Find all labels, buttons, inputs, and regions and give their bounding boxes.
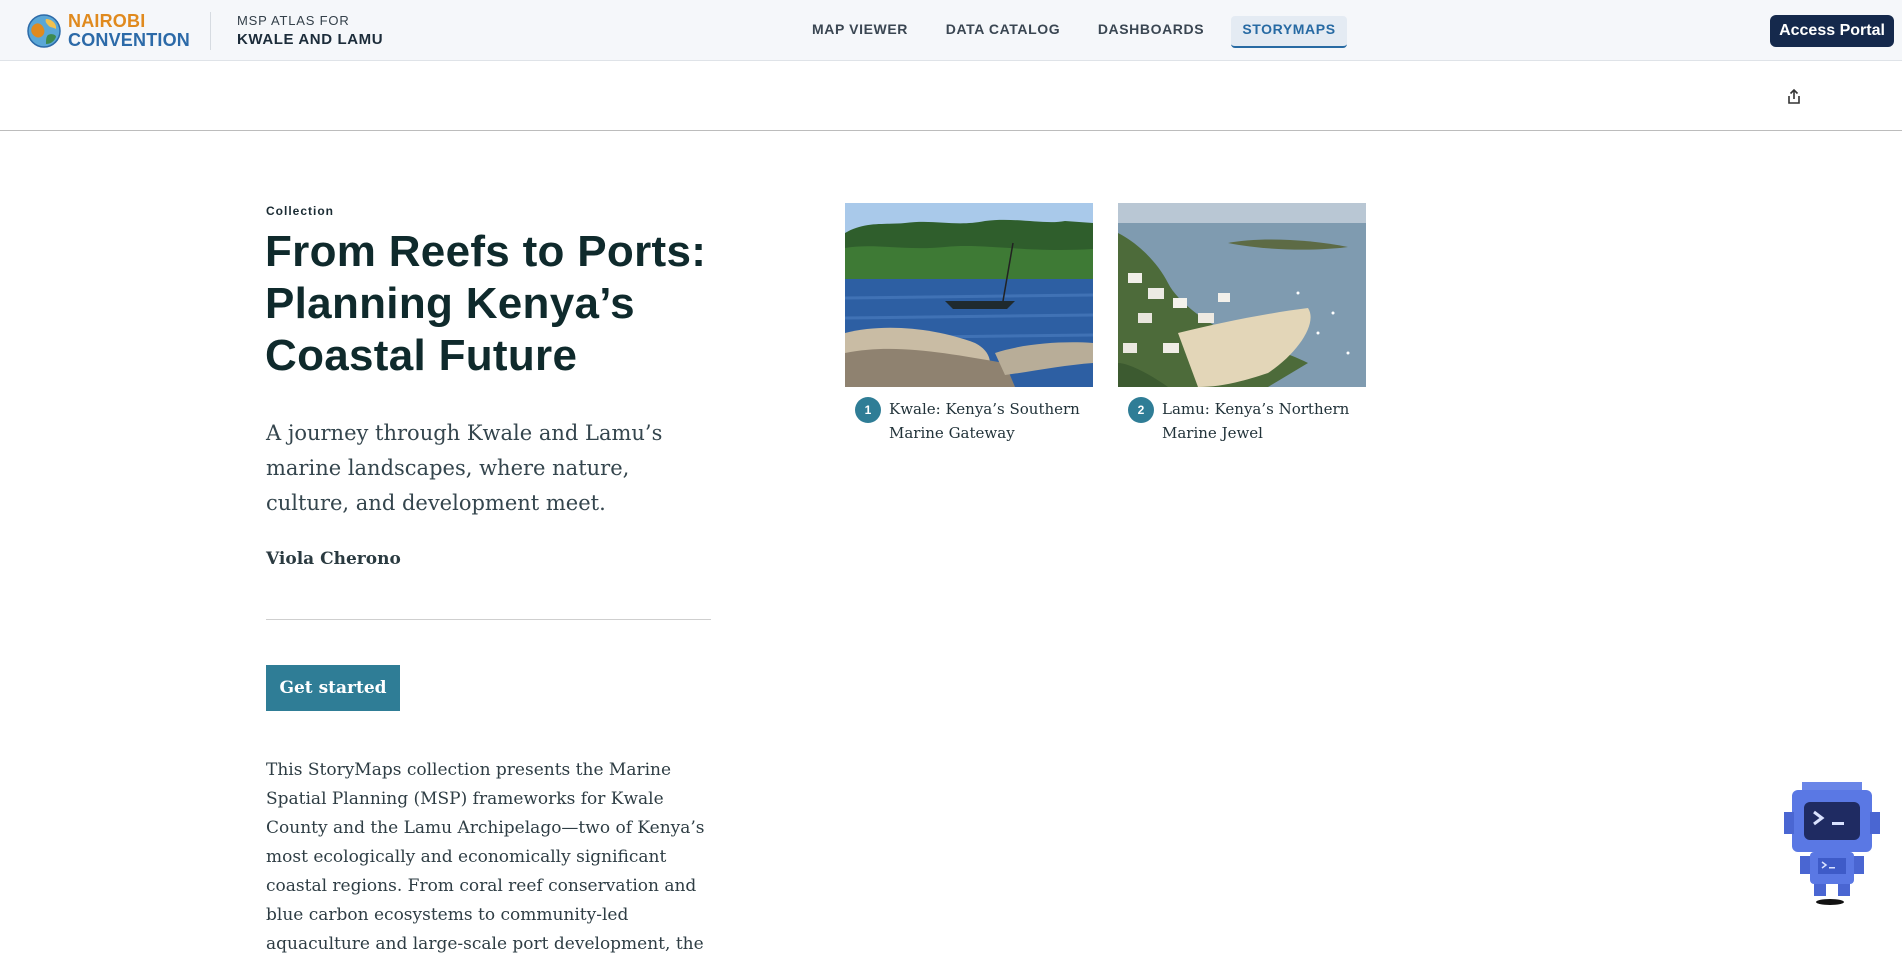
- access-portal-button[interactable]: Access Portal: [1770, 15, 1894, 47]
- story-card-kwale[interactable]: 1 Kwale: Kenya’s Southern Marine Gateway: [845, 203, 1093, 445]
- site-title-line2: KWALE AND LAMU: [237, 31, 384, 48]
- story-card-title: Kwale: Kenya’s Southern Marine Gateway: [889, 400, 1080, 442]
- story-number-badge: 1: [855, 397, 881, 423]
- kwale-boats-image: [845, 203, 1093, 387]
- site-title-line1: MSP ATLAS FOR: [237, 13, 350, 28]
- globe-logo-icon: [27, 14, 61, 48]
- author-name: Viola Cherono: [266, 549, 401, 569]
- site-title[interactable]: MSP ATLAS FOR KWALE AND LAMU: [237, 11, 383, 49]
- header-divider: [210, 12, 211, 50]
- share-icon[interactable]: [1784, 87, 1804, 107]
- logo-text-line2: CONVENTION: [68, 30, 191, 50]
- nav-dashboards[interactable]: DASHBOARDS: [1090, 16, 1212, 48]
- collection-title: From Reefs to Ports: Planning Kenya’s Co…: [265, 227, 707, 380]
- nav-storymaps[interactable]: STORYMAPS: [1231, 16, 1347, 48]
- logo-text-line1: NAIROBI: [68, 11, 146, 31]
- collection-kicker: Collection: [266, 204, 335, 218]
- story-card-lamu[interactable]: 2 Lamu: Kenya’s Northern Marine Jewel: [1118, 203, 1366, 445]
- nairobi-convention-logo[interactable]: NAIROBI CONVENTION: [26, 12, 190, 50]
- assistant-robot-icon[interactable]: [1782, 776, 1882, 910]
- lamu-aerial-image: [1118, 203, 1366, 387]
- story-number-badge: 2: [1128, 397, 1154, 423]
- collection-subtitle: A journey through Kwale and Lamu’s marin…: [266, 421, 663, 515]
- get-started-button[interactable]: Get started: [266, 665, 400, 711]
- top-navigation-bar: NAIROBI CONVENTION MSP ATLAS FOR KWALE A…: [0, 0, 1902, 61]
- collection-description: This StoryMaps collection presents the M…: [266, 760, 705, 954]
- nav-data-catalog[interactable]: DATA CATALOG: [940, 16, 1066, 48]
- storymap-toolbar: [0, 61, 1902, 131]
- nav-map-viewer[interactable]: MAP VIEWER: [804, 16, 916, 48]
- divider: [266, 619, 711, 620]
- story-card-title: Lamu: Kenya’s Northern Marine Jewel: [1162, 400, 1350, 442]
